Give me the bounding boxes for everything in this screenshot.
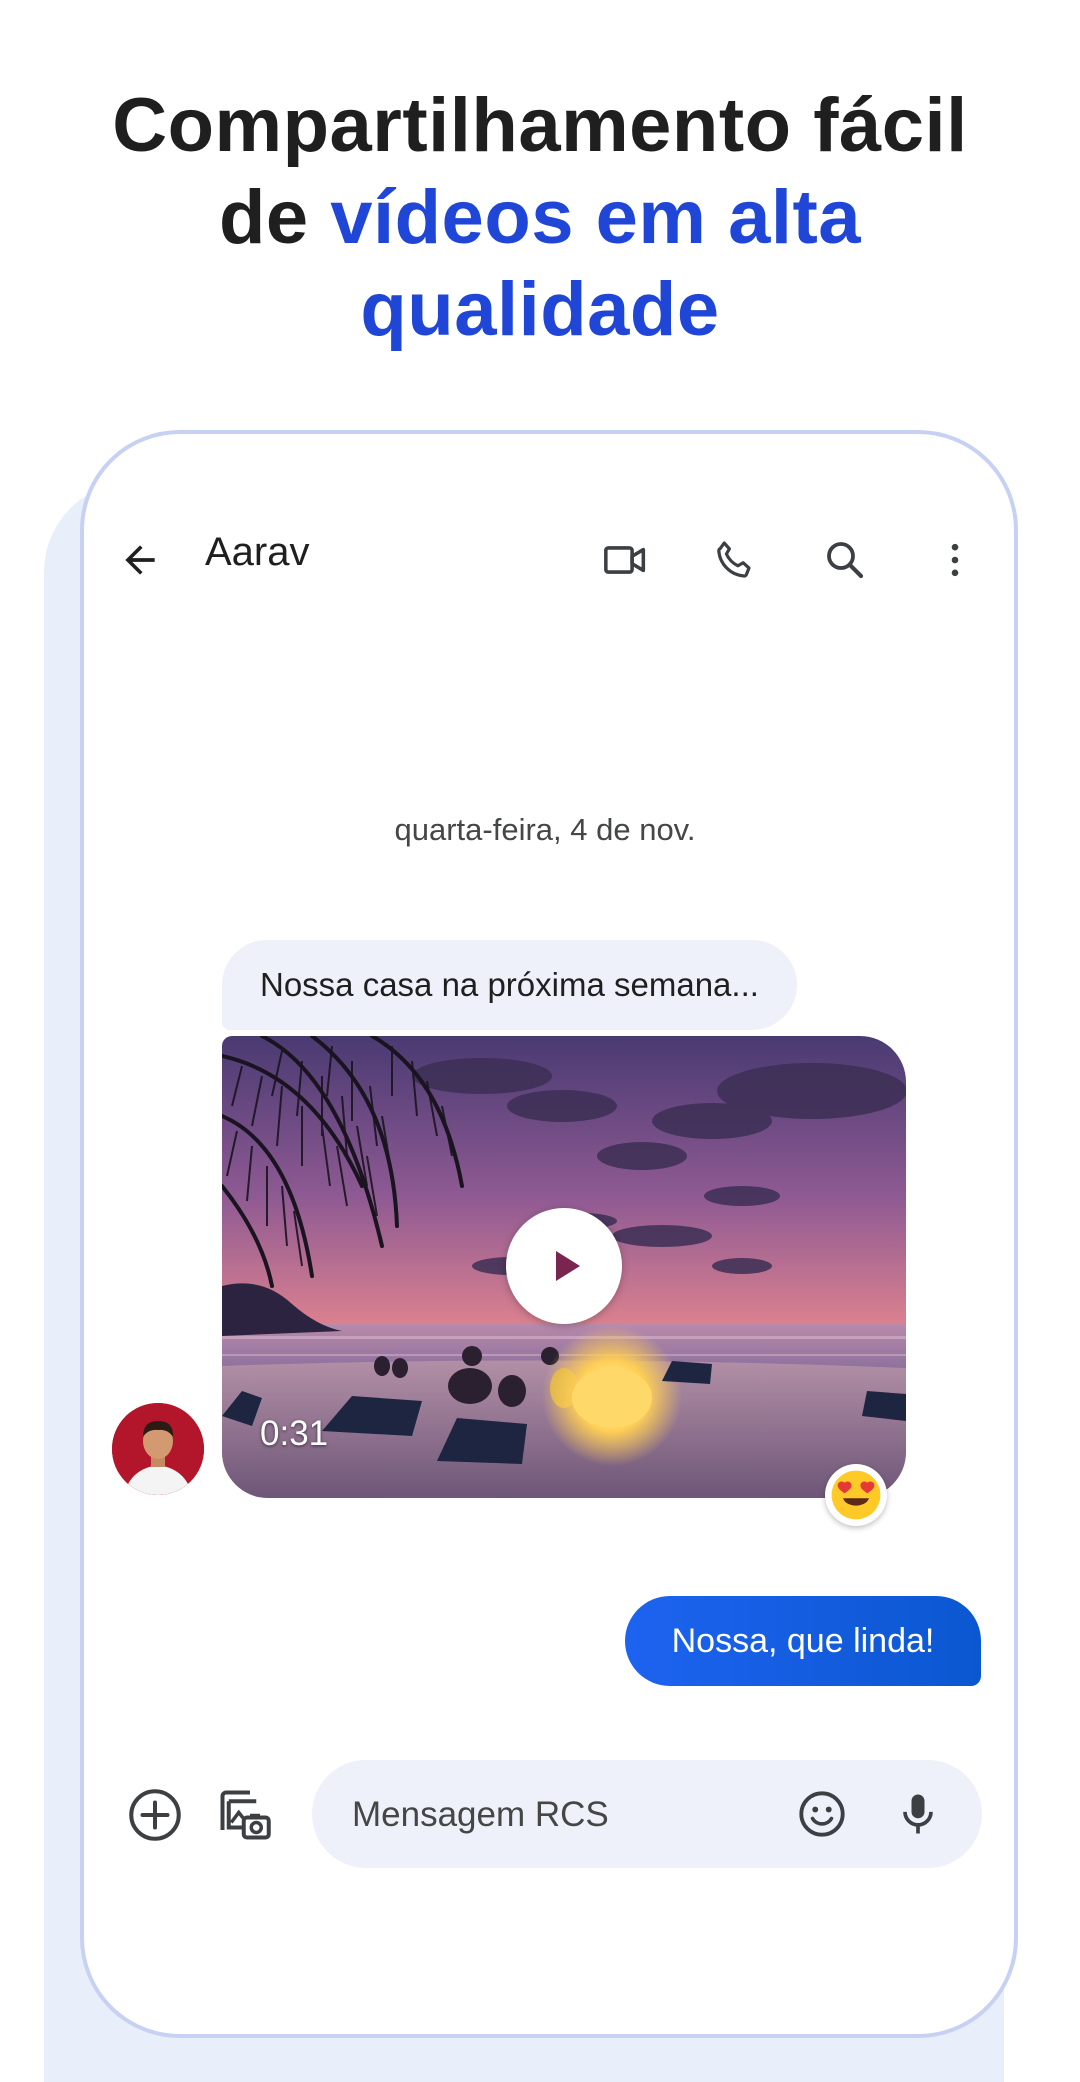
headline-line-2-prefix: de <box>218 175 331 260</box>
app-bar: Aarav <box>80 510 1010 610</box>
play-button[interactable] <box>506 1208 622 1324</box>
gallery-camera-icon[interactable] <box>212 1782 278 1848</box>
avatar[interactable] <box>112 1403 204 1495</box>
contact-name[interactable]: Aarav <box>205 530 310 575</box>
add-icon[interactable] <box>122 1782 188 1848</box>
phone-icon[interactable] <box>705 530 765 590</box>
message-composer <box>312 1760 982 1868</box>
headline-line-2: de vídeos em alta <box>0 172 1080 264</box>
video-message[interactable]: 0:31 <box>222 1036 906 1498</box>
more-vert-icon[interactable] <box>925 530 985 590</box>
heart-eyes-emoji-icon[interactable] <box>825 1464 887 1526</box>
date-separator: quarta-feira, 4 de nov. <box>394 812 696 847</box>
message-input[interactable] <box>350 1784 754 1846</box>
emoji-icon[interactable] <box>792 1784 852 1844</box>
incoming-message-bubble[interactable]: Nossa casa na próxima semana... <box>222 940 797 1030</box>
headline-line-3: qualidade <box>360 267 720 352</box>
outgoing-message-text: Nossa, que linda! <box>671 1621 935 1660</box>
incoming-message-text: Nossa casa na próxima semana... <box>260 966 759 1003</box>
play-icon <box>556 1251 580 1281</box>
video-duration: 0:31 <box>260 1414 329 1453</box>
headline-line-1: Compartilhamento fácil <box>112 83 968 168</box>
video-call-icon[interactable] <box>595 530 655 590</box>
headline: Compartilhamento fácil de vídeos em alta… <box>0 80 1080 356</box>
back-arrow-icon[interactable] <box>110 530 170 590</box>
mic-icon[interactable] <box>888 1784 948 1844</box>
search-icon[interactable] <box>815 530 875 590</box>
outgoing-message-bubble[interactable]: Nossa, que linda! <box>625 1596 981 1686</box>
headline-highlight: vídeos em alta <box>330 175 862 260</box>
